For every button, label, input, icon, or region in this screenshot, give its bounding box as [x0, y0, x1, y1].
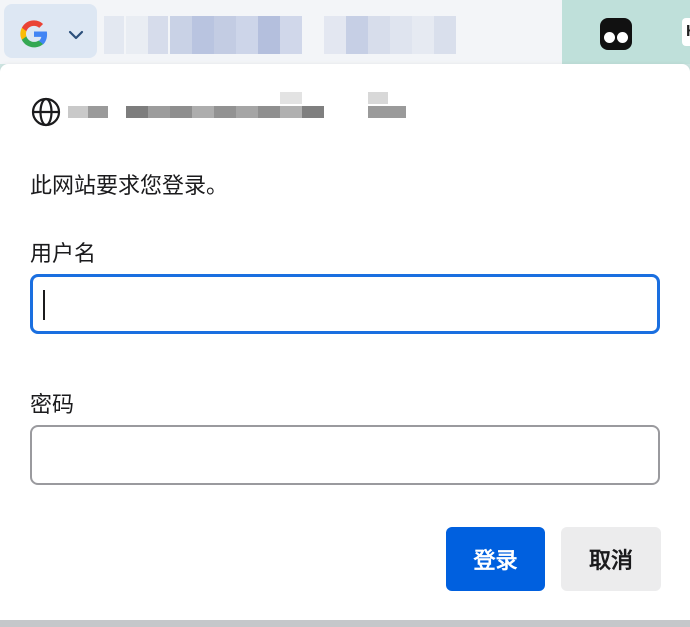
site-identity-button[interactable] [4, 4, 97, 58]
cancel-button[interactable]: 取消 [561, 527, 661, 591]
globe-icon [31, 97, 61, 127]
username-label: 用户名 [30, 242, 97, 267]
password-label: 密码 [30, 393, 75, 418]
text-caret [43, 290, 45, 320]
glasses-extension-icon[interactable] [600, 18, 632, 50]
tab-label: H [682, 18, 690, 46]
username-field[interactable] [30, 274, 660, 334]
browser-toolbar: H [0, 0, 690, 64]
window-bottom-edge [0, 620, 690, 627]
site-origin-obscured [68, 92, 408, 128]
google-g-icon [20, 20, 48, 48]
sign-in-button[interactable]: 登录 [446, 527, 545, 591]
chevron-down-icon [68, 30, 84, 40]
login-prompt-message: 此网站要求您登录。 [30, 174, 229, 199]
password-field[interactable] [30, 425, 660, 485]
